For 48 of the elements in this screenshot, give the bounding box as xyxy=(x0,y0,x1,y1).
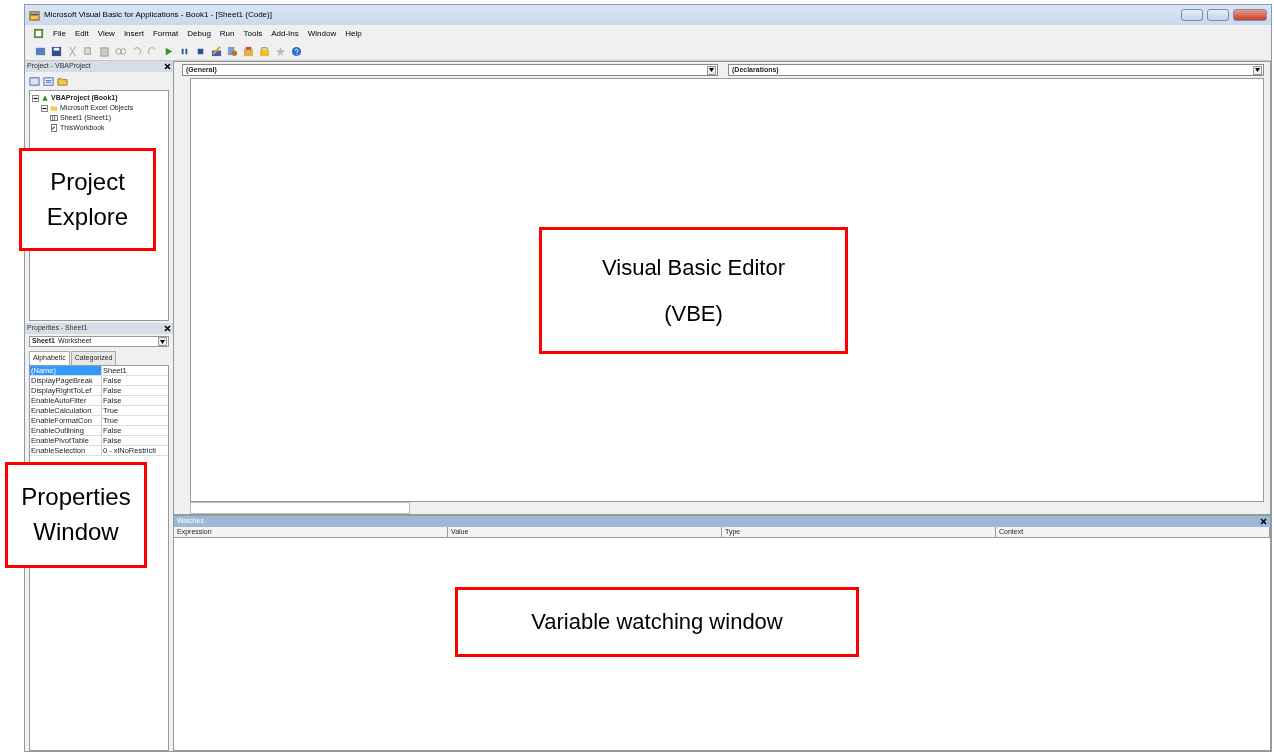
menu-item[interactable]: Edit xyxy=(74,27,89,40)
annotation-text: Explore xyxy=(46,201,129,232)
annotation-text: Window xyxy=(33,517,119,547)
menu-item[interactable]: Debug xyxy=(187,27,211,40)
dropdown-icon xyxy=(1253,65,1262,75)
menu-item[interactable]: Window xyxy=(307,27,337,40)
help-icon[interactable] xyxy=(291,45,302,57)
annotation-text: Variable watching window xyxy=(531,608,783,637)
menu-item[interactable]: Run xyxy=(219,27,235,40)
menu-item[interactable]: Add-Ins xyxy=(271,27,299,40)
annotation-text: Properties xyxy=(21,482,131,513)
close-icon[interactable] xyxy=(164,324,171,332)
maximize-button[interactable] xyxy=(1207,9,1229,21)
annotation-text: Visual Basic Editor xyxy=(602,253,785,282)
dropdown-icon xyxy=(707,65,716,75)
close-icon[interactable] xyxy=(1260,517,1267,525)
undo-icon[interactable] xyxy=(131,45,142,57)
star-icon[interactable] xyxy=(275,45,286,57)
annotation-text: (VBE) xyxy=(664,299,723,328)
menu-item[interactable]: Format xyxy=(152,27,179,40)
menu-item[interactable]: File xyxy=(53,27,66,40)
tree-toggle-icon[interactable] xyxy=(32,94,39,102)
minimize-button[interactable] xyxy=(1181,9,1203,21)
menu-item[interactable]: Insert xyxy=(123,27,144,40)
dropdown-icon xyxy=(158,337,167,346)
close-button[interactable] xyxy=(1233,9,1267,21)
save-icon[interactable] xyxy=(51,45,62,57)
window-icon[interactable] xyxy=(35,45,46,57)
tree-toggle-icon[interactable] xyxy=(41,104,48,112)
folder-icon[interactable] xyxy=(57,75,68,87)
horizontal-scrollbar[interactable] xyxy=(190,502,410,514)
view-object-icon[interactable] xyxy=(43,75,54,87)
menu-item[interactable]: View xyxy=(97,27,115,40)
view-code-icon[interactable] xyxy=(29,75,40,87)
window-title: Microsoft Visual Basic for Applications - Book1 - [Sheet1 (Code)] xyxy=(44,9,272,21)
find-icon[interactable] xyxy=(115,45,126,57)
annotation-text: Project xyxy=(50,166,125,197)
menu-item[interactable]: Help xyxy=(345,27,362,40)
sheet-icon xyxy=(50,114,58,122)
project-icon xyxy=(41,94,49,102)
redo-icon[interactable] xyxy=(147,45,158,57)
folder-icon xyxy=(50,104,58,112)
play-icon[interactable] xyxy=(163,45,174,57)
cut-icon[interactable] xyxy=(67,45,78,57)
app-icon xyxy=(29,9,40,21)
close-icon[interactable] xyxy=(164,62,171,70)
menu-item[interactable]: Tools xyxy=(243,27,263,40)
workbook-icon xyxy=(50,124,58,132)
